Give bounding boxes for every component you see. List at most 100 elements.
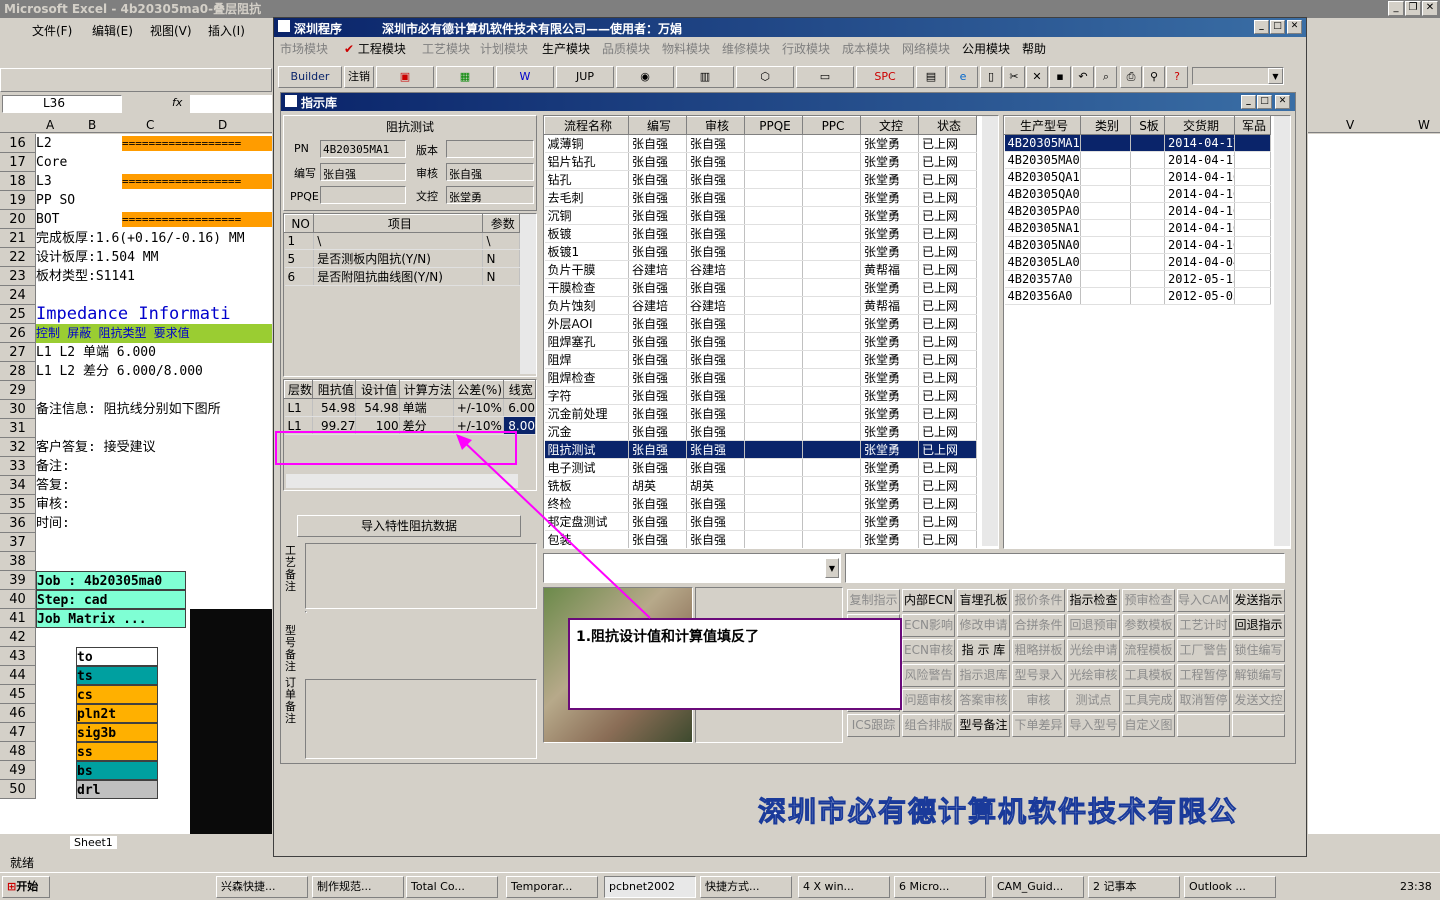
action-button[interactable] (1177, 714, 1230, 737)
excel-cell[interactable]: Core (36, 153, 272, 172)
excel-cell[interactable]: L2 ================== (36, 134, 272, 153)
action-button[interactable]: 光绘申请 (1067, 639, 1120, 662)
action-button[interactable]: 问题审核 (902, 689, 955, 712)
excel-cell[interactable]: pln2t (76, 704, 158, 723)
excel-cell[interactable]: 客户答复: 接受建议 (36, 438, 272, 457)
toolbar-dropdown[interactable]: ▼ (1192, 67, 1284, 85)
app-menu-item[interactable]: 生产模块 (542, 40, 590, 57)
action-button[interactable]: 复制指示 (847, 589, 900, 612)
excel-row-header[interactable]: 39 (0, 571, 36, 590)
excel-row-header[interactable]: 47 (0, 723, 36, 742)
excel-row-header[interactable]: 36 (0, 514, 36, 533)
action-button[interactable]: 回退预审 (1067, 614, 1120, 637)
action-button[interactable]: 回退指示 (1232, 614, 1285, 637)
excel-row-header[interactable]: 28 (0, 362, 36, 381)
model-row[interactable]: 4B20305QA0 2014-04-16 (1004, 185, 1271, 203)
model-row[interactable]: 4B20305QA1 2014-04-16 (1004, 168, 1271, 186)
excel-row-header[interactable]: 17 (0, 153, 36, 172)
flow-row[interactable]: 沉金 张自强 张自强 张堂勇 已上网 (544, 422, 977, 441)
doc-control-field[interactable]: 张堂勇 (446, 186, 534, 204)
action-button[interactable]: 发送文控 (1232, 689, 1285, 712)
action-button[interactable]: 取消暂停 (1177, 689, 1230, 712)
action-button[interactable]: 修改申请 (957, 614, 1010, 637)
excel-menu-insert[interactable]: 插入(I) (208, 22, 245, 39)
excel-cell[interactable]: Step: cad (36, 590, 186, 609)
taskbar-task[interactable]: CAM_Guid... (992, 876, 1084, 898)
version-field[interactable] (446, 140, 534, 158)
excel-cell[interactable]: L3 ================== (36, 172, 272, 191)
flow-table[interactable]: 流程名称 编写 审核 PPQE PPC 文控 状态 减薄铜 张自强 张自强 张堂勇 已上… (543, 115, 999, 549)
database-tool-icon[interactable]: ▥ (676, 66, 734, 88)
inner-minimize-icon[interactable]: _ (1241, 95, 1256, 109)
pn-field[interactable]: 4B20305MA1 (320, 140, 406, 158)
excel-cell[interactable] (36, 552, 272, 571)
model-row[interactable]: 4B20305NA0 2014-04-16 (1004, 236, 1271, 254)
flow-row[interactable]: 终检 张自强 张自强 张堂勇 已上网 (544, 494, 977, 513)
action-button[interactable]: ICS跟踪 (847, 714, 900, 737)
inner-maximize-icon[interactable]: □ (1257, 95, 1272, 109)
action-button[interactable] (1232, 714, 1285, 737)
excel-row-header[interactable]: 16 (0, 134, 36, 153)
action-button[interactable]: 指示检查 (1067, 589, 1120, 612)
excel-row-header[interactable]: 29 (0, 381, 36, 400)
flow-row[interactable]: 铣板 胡英 胡英 张堂勇 已上网 (544, 476, 977, 495)
import-impedance-button[interactable]: 导入特性阻抗数据 (297, 515, 521, 537)
network-tool-icon[interactable]: ⬡ (736, 66, 794, 88)
action-button[interactable]: 测试点 (1067, 689, 1120, 712)
excel-row-header[interactable]: 18 (0, 172, 36, 191)
app-menu-item[interactable]: 帮助 (1022, 40, 1046, 57)
flow-row[interactable]: 外层AOI 张自强 张自强 张堂勇 已上网 (544, 314, 977, 333)
excel-row-header[interactable]: 32 (0, 438, 36, 457)
action-button[interactable]: 锁住编写 (1232, 639, 1285, 662)
undo-icon[interactable]: ↶ (1072, 66, 1094, 88)
excel-row-header[interactable]: 20 (0, 210, 36, 229)
excel-cell[interactable]: 审核: (36, 495, 272, 514)
excel-cell[interactable]: cs (76, 685, 158, 704)
action-button[interactable]: 报价条件 (1012, 589, 1065, 612)
excel-cell[interactable]: sig3b (76, 723, 158, 742)
flow-row[interactable]: 阻抗测试 张自强 张自强 张堂勇 已上网 (544, 440, 977, 459)
flow-row[interactable]: 沉金前处理 张自强 张自强 张堂勇 已上网 (544, 404, 977, 423)
action-button[interactable]: 指示退库 (957, 664, 1010, 687)
excel-row-header[interactable]: 27 (0, 343, 36, 362)
ie-tool-icon[interactable]: e (948, 66, 978, 88)
excel-cell[interactable]: 完成板厚:1.6(+0.16/-0.16) MM (36, 229, 272, 248)
taskbar-task[interactable]: 2 记事本 (1088, 876, 1180, 898)
app-maximize-icon[interactable]: □ (1270, 20, 1285, 34)
excel-row-header[interactable]: 35 (0, 495, 36, 514)
excel-cell[interactable]: 时间: (36, 514, 272, 533)
cut-icon[interactable]: ✂ (1003, 66, 1025, 88)
sheet-tab-sheet1[interactable]: Sheet1 (70, 836, 117, 849)
excel-cell[interactable]: 备注信息: 阻抗线分别如下图所 (36, 400, 272, 419)
taskbar-task[interactable]: Temporar... (506, 876, 598, 898)
excel-row-header[interactable]: 43 (0, 647, 36, 666)
action-button[interactable]: 审核Nope (1012, 689, 1065, 728)
find-icon[interactable]: ⚲ (1143, 66, 1165, 88)
action-button[interactable]: 工程暂停 (1177, 664, 1230, 687)
delete-icon[interactable]: ✕ (1026, 66, 1048, 88)
taskbar-task[interactable]: Outlook ... (1184, 876, 1276, 898)
excel-row-header[interactable]: 33 (0, 457, 36, 476)
action-button[interactable]: 组合排版 (902, 714, 955, 737)
model-table[interactable]: 生产型号 类别 S板 交货期 军品 4B20305MA1 2014-04-17 4B… (1003, 115, 1291, 549)
app-menu-item[interactable]: 品质模块 (602, 40, 650, 57)
builder-button[interactable]: Builder (278, 66, 342, 88)
taskbar-task[interactable]: 快捷方式... (700, 876, 792, 898)
excel-row-header[interactable]: 38 (0, 552, 36, 571)
excel-cell[interactable]: bs (76, 761, 158, 780)
excel-formula-bar[interactable] (190, 95, 272, 113)
excel-cell[interactable]: Impedance Informati (36, 305, 272, 324)
combo-chevron-icon[interactable]: ▼ (825, 558, 839, 578)
word-tool-icon[interactable]: W (496, 66, 554, 88)
taskbar-task[interactable]: 制作规范... (312, 876, 404, 898)
print-icon[interactable]: ⎙ (1120, 66, 1142, 88)
restore-icon[interactable]: ❐ (1405, 1, 1421, 16)
inner-close-icon[interactable]: ✕ (1275, 95, 1290, 109)
calendar-tool-icon[interactable]: ▤ (916, 66, 946, 88)
excel-cell[interactable]: BOT ================== (36, 210, 272, 229)
excel-cell[interactable]: 答复: (36, 476, 272, 495)
imp-horizontal-scrollbar[interactable] (286, 474, 518, 488)
flow-row[interactable]: 字符 张自强 张自强 张堂勇 已上网 (544, 386, 977, 405)
excel-row-header[interactable]: 41 (0, 609, 36, 628)
action-button[interactable]: 内部ECN (902, 589, 955, 612)
